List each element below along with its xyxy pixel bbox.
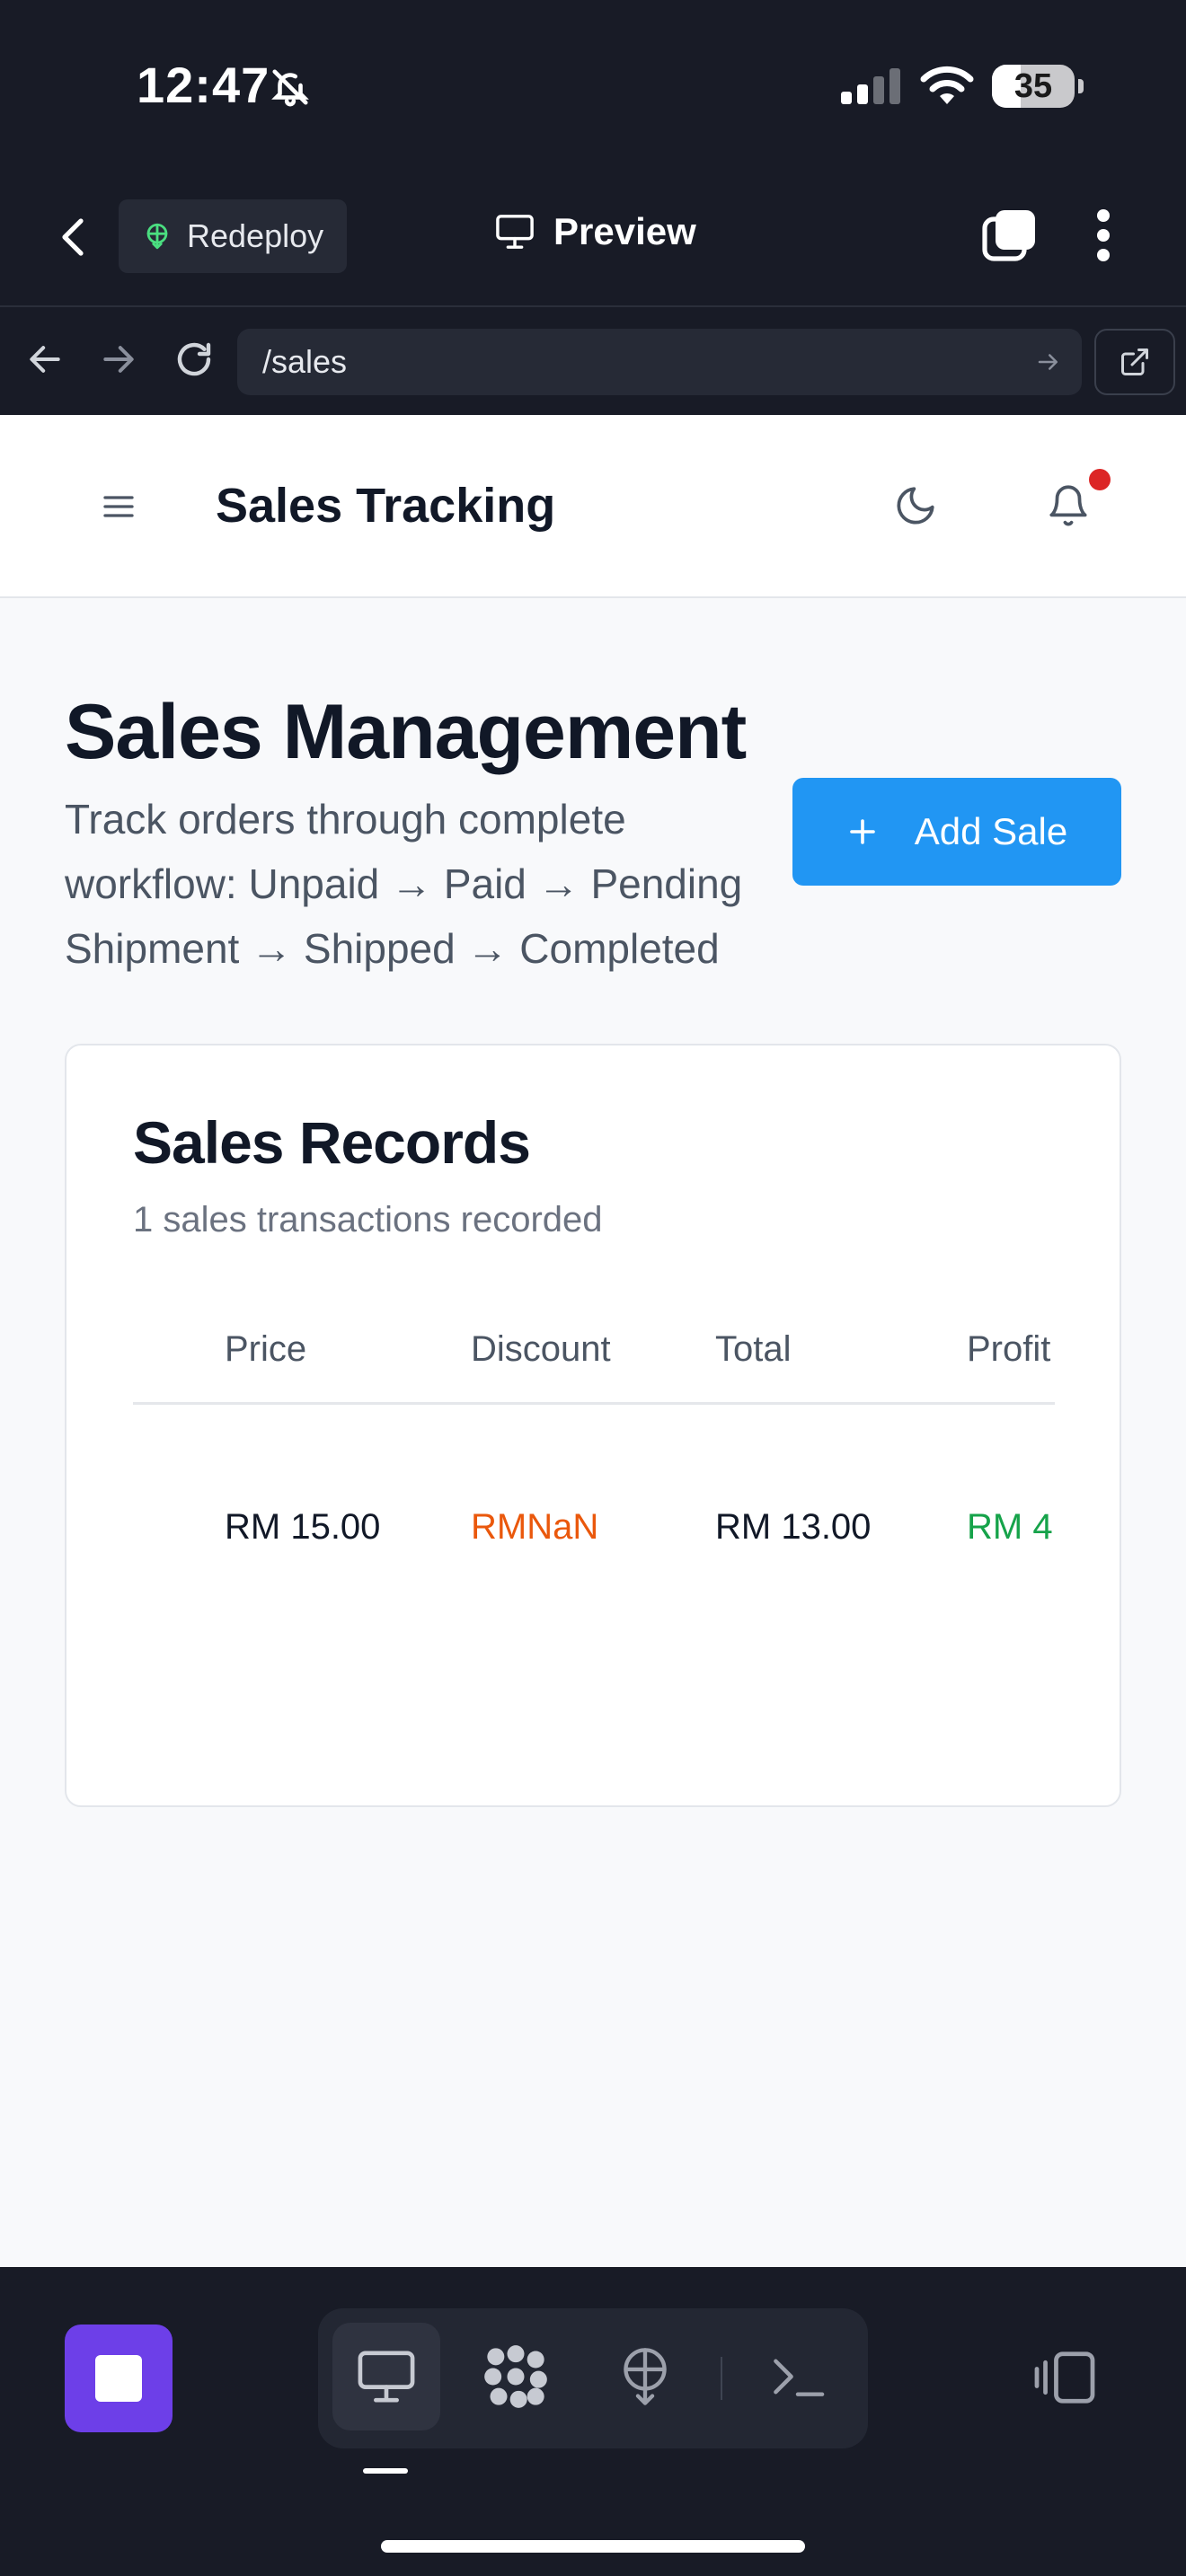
page-title: Sales Management xyxy=(65,689,747,775)
monitor-icon xyxy=(358,2351,415,2403)
add-sale-label: Add Sale xyxy=(914,810,1068,852)
browser-toolbar: /sales xyxy=(0,305,1186,415)
stop-icon xyxy=(95,2355,142,2402)
workspace-tool-button[interactable] xyxy=(462,2323,570,2430)
deploy-icon xyxy=(624,2348,667,2405)
status-bar: 12:47 35 xyxy=(0,0,1186,171)
bell-muted-icon xyxy=(271,69,309,107)
column-header-discount[interactable]: Discount xyxy=(471,1329,611,1370)
moon-icon[interactable] xyxy=(893,483,938,528)
app-header: Sales Tracking xyxy=(0,415,1186,598)
preview-tool-button[interactable] xyxy=(332,2323,440,2430)
reload-icon[interactable] xyxy=(173,338,216,381)
app-title: Sales Tracking xyxy=(216,479,556,533)
terminal-icon xyxy=(774,2359,825,2396)
cell-price: RM 15.00 xyxy=(225,1507,381,1547)
toolbar-separator xyxy=(721,2357,722,2400)
panel-toggle-icon[interactable] xyxy=(1031,2350,1098,2405)
bottom-toolbar xyxy=(0,2267,1186,2576)
view-switcher xyxy=(318,2308,868,2448)
page-description: Track orders through complete workflow: … xyxy=(65,796,743,972)
menu-icon[interactable] xyxy=(101,489,137,525)
preview-toggle[interactable]: Preview xyxy=(494,210,696,253)
deploy-icon xyxy=(146,223,168,250)
home-indicator xyxy=(381,2540,805,2553)
url-text: /sales xyxy=(262,343,348,380)
wifi-icon xyxy=(920,66,974,104)
terminal-tool-button[interactable] xyxy=(744,2323,852,2430)
nav-back-icon[interactable] xyxy=(25,340,65,379)
go-arrow-icon[interactable] xyxy=(1035,348,1062,375)
monitor-icon xyxy=(496,215,534,249)
notification-badge xyxy=(1089,469,1111,490)
card-title: Sales Records xyxy=(133,1109,531,1176)
plus-icon xyxy=(849,819,875,844)
external-link-icon xyxy=(1121,348,1148,375)
cell-profit: RM 4 xyxy=(967,1507,1053,1547)
cell-total: RM 13.00 xyxy=(715,1507,872,1547)
active-tab-indicator xyxy=(363,2468,408,2474)
sales-records-card: Sales Records 1 sales transactions recor… xyxy=(65,1044,1121,1807)
column-header-price[interactable]: Price xyxy=(225,1329,306,1370)
status-time: 12:47 xyxy=(137,57,270,113)
nodes-icon xyxy=(484,2345,547,2408)
main-content: Sales Management Track orders through co… xyxy=(0,598,1186,2267)
tabs-icon[interactable] xyxy=(981,208,1039,262)
stop-button[interactable] xyxy=(65,2325,173,2432)
preview-label: Preview xyxy=(553,210,696,252)
nav-forward-icon[interactable] xyxy=(99,340,138,379)
battery-indicator: 35 xyxy=(992,65,1084,108)
sales-table[interactable]: Price Discount Total Profit RM 15.00 RMN… xyxy=(133,1288,1055,1737)
notification-bell-icon[interactable] xyxy=(1046,481,1091,530)
column-header-profit[interactable]: Profit xyxy=(967,1329,1050,1370)
url-field[interactable]: /sales xyxy=(237,329,1082,395)
back-chevron-icon[interactable] xyxy=(56,216,92,259)
column-header-total[interactable]: Total xyxy=(715,1329,792,1370)
cell-signal-icon xyxy=(841,68,900,104)
redeploy-label: Redeploy xyxy=(187,217,324,254)
cell-discount: RMNaN xyxy=(471,1507,599,1547)
card-subtitle: 1 sales transactions recorded xyxy=(133,1200,603,1239)
add-sale-button[interactable]: Add Sale xyxy=(792,778,1121,886)
top-chrome: 12:47 35 Redeploy Preview /sales xyxy=(0,0,1186,415)
more-options-icon[interactable] xyxy=(1093,208,1114,262)
battery-percent: 35 xyxy=(1013,67,1053,105)
deploy-tool-button[interactable] xyxy=(591,2323,699,2430)
open-external-button[interactable] xyxy=(1094,329,1175,395)
redeploy-button[interactable]: Redeploy xyxy=(119,199,347,273)
table-header: Price Discount Total Profit xyxy=(133,1288,1055,1405)
